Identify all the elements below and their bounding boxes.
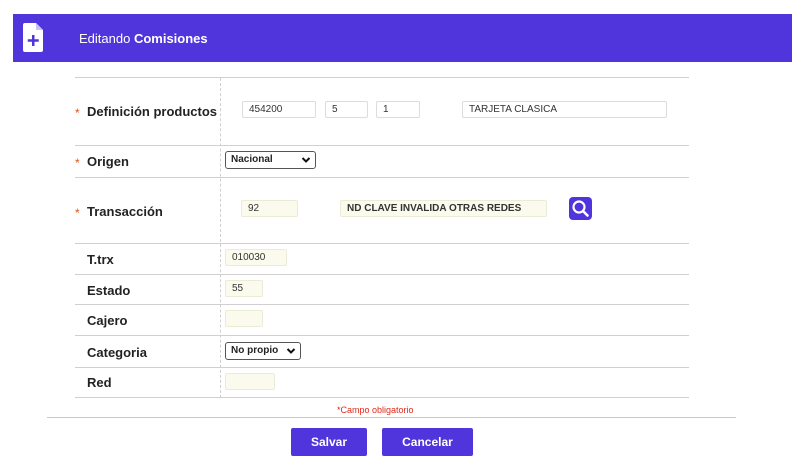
ttrx-label: T.trx: [87, 252, 114, 267]
row-divider: [75, 397, 689, 398]
transaccion-label: Transacción: [87, 204, 163, 219]
row-divider: [75, 367, 689, 368]
required-note: *Campo obligatorio: [337, 405, 414, 415]
row-divider: [75, 145, 689, 146]
estado-input[interactable]: 55: [225, 280, 263, 297]
cancel-button[interactable]: Cancelar: [382, 428, 473, 456]
row-divider: [75, 335, 689, 336]
chevron-down-icon: [286, 348, 296, 354]
chevron-down-icon: [301, 157, 311, 163]
title-entity: Comisiones: [133, 31, 208, 46]
red-label: Red: [87, 375, 112, 390]
required-star: *: [75, 106, 80, 120]
row-divider: [75, 304, 689, 305]
cajero-input[interactable]: [225, 310, 263, 327]
label-column-separator: [220, 78, 221, 398]
transaccion-code-input[interactable]: 92: [241, 200, 298, 217]
origen-selected-value: Nacional: [231, 154, 273, 165]
required-star: *: [75, 156, 80, 170]
categoria-select[interactable]: No propio: [225, 342, 301, 360]
title-prefix: Editando: [79, 31, 131, 46]
transaccion-description-field: ND CLAVE INVALIDA OTRAS REDES: [340, 200, 547, 217]
row-divider: [75, 243, 689, 244]
header-bar: Editando Comisiones: [13, 14, 792, 62]
form-top-divider: [75, 77, 689, 78]
row-divider: [75, 177, 689, 178]
required-note-text: Campo obligatorio: [340, 405, 414, 415]
red-input[interactable]: [225, 373, 275, 390]
definicion-code2-input[interactable]: 5: [325, 101, 368, 118]
ttrx-input[interactable]: 010030: [225, 249, 287, 266]
page-title: Editando Comisiones: [79, 31, 208, 46]
origen-select[interactable]: Nacional: [225, 151, 316, 169]
categoria-label: Categoria: [87, 345, 147, 360]
origen-label: Origen: [87, 154, 129, 169]
definicion-description-field: TARJETA CLASICA: [462, 101, 667, 118]
definicion-code1-input[interactable]: 454200: [242, 101, 316, 118]
cajero-label: Cajero: [87, 313, 128, 328]
form-bottom-divider: [47, 417, 736, 418]
definicion-code3-input[interactable]: 1: [376, 101, 420, 118]
row-divider: [75, 274, 689, 275]
save-button[interactable]: Salvar: [291, 428, 367, 456]
file-add-icon: [23, 23, 43, 52]
required-star: *: [75, 206, 80, 220]
transaccion-search-button[interactable]: [569, 197, 592, 220]
definicion-label: Definición productos: [87, 104, 217, 119]
categoria-selected-value: No propio: [231, 345, 279, 356]
estado-label: Estado: [87, 283, 131, 298]
search-icon: [572, 200, 589, 217]
